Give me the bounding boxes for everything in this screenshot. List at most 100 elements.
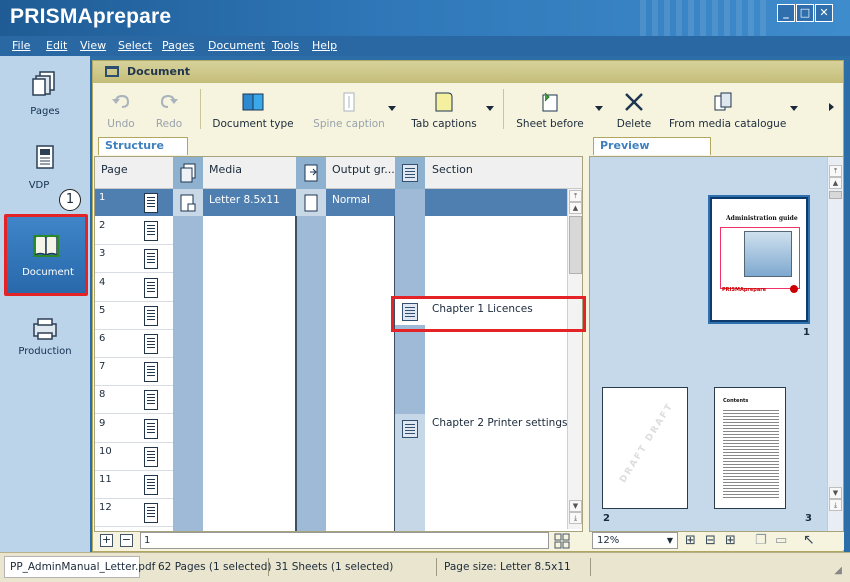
pointer-icon[interactable]: ↖ xyxy=(803,532,815,548)
undo-button[interactable]: Undo xyxy=(101,86,141,132)
from-media-catalogue-dropdown[interactable] xyxy=(790,106,798,111)
sheet-before-button[interactable]: Sheet before xyxy=(513,86,587,132)
table-row[interactable]: 9 xyxy=(95,415,173,443)
menu-edit[interactable]: Edit xyxy=(46,39,67,52)
menu-help[interactable]: Help xyxy=(312,39,337,52)
section-band-middle xyxy=(395,325,425,414)
fit-height-icon[interactable]: ⊟ xyxy=(705,533,716,548)
scroll-bottom-button[interactable]: ⤓ xyxy=(569,512,582,524)
thumbnail-number: 2 xyxy=(603,513,610,524)
resize-grip-icon[interactable]: ◢ xyxy=(834,565,842,576)
toolbar-overflow-arrow[interactable] xyxy=(829,103,834,111)
table-row[interactable]: 8 xyxy=(95,386,173,415)
column-header-section[interactable]: Section xyxy=(432,163,473,176)
delete-button[interactable]: Delete xyxy=(611,86,657,132)
preview-scrollbar[interactable]: ⤒ ▲ ▼ ⤓ xyxy=(827,157,843,531)
nav-production-label: Production xyxy=(18,346,72,357)
thumbnail-page-1[interactable]: Administration guide PRISMAprepare xyxy=(708,195,810,324)
thumbnail-page-2[interactable]: DRAFT DRAFT xyxy=(602,387,688,509)
tab-captions-label: Tab captions xyxy=(411,118,477,130)
page-icon xyxy=(144,418,158,439)
output-group-value[interactable]: Normal xyxy=(332,194,370,206)
scroll-up-button[interactable]: ▲ xyxy=(569,202,582,214)
tab-structure[interactable]: Structure xyxy=(98,137,188,155)
minimize-button[interactable]: _ xyxy=(777,4,795,22)
title-bar: PRISMAprepare _ □ ✕ xyxy=(0,0,850,36)
column-header-page[interactable]: Page xyxy=(101,163,128,176)
menu-document[interactable]: Document xyxy=(208,39,265,52)
thumbnail-number: 3 xyxy=(805,513,812,524)
page-icon xyxy=(144,446,158,467)
menu-tools[interactable]: Tools xyxy=(272,39,299,52)
table-row[interactable]: 1 xyxy=(95,189,173,217)
scroll-down-button[interactable]: ▼ xyxy=(569,500,582,512)
sheet-before-dropdown[interactable] xyxy=(595,106,603,111)
app-title: PRISMAprepare xyxy=(10,5,172,28)
undo-icon xyxy=(112,94,130,108)
spread-icon[interactable]: ▭ xyxy=(775,533,787,548)
table-row[interactable]: 12 xyxy=(95,499,173,528)
table-row[interactable]: 10 xyxy=(95,443,173,471)
preview-scroll-bottom[interactable]: ⤓ xyxy=(829,499,842,511)
section-chapter-2-label[interactable]: Chapter 2 Printer settings xyxy=(432,417,567,429)
redo-button[interactable]: Redo xyxy=(149,86,189,132)
preview-scroll-down[interactable]: ▼ xyxy=(829,487,842,499)
spine-caption-label: Spine caption xyxy=(313,118,385,130)
tab-preview[interactable]: Preview xyxy=(593,137,711,155)
nav-production[interactable]: Production xyxy=(4,310,86,384)
spine-caption-button[interactable]: Spine caption xyxy=(305,86,393,132)
expand-all-button[interactable]: + xyxy=(100,534,113,547)
highlight-box xyxy=(391,296,586,332)
table-row[interactable]: 11 xyxy=(95,471,173,499)
document-type-button[interactable]: Document type xyxy=(211,86,295,132)
table-row[interactable]: 3 xyxy=(95,245,173,274)
grid-scrollbar[interactable]: ⤒ ▲ ▼ ⤓ xyxy=(567,189,582,529)
spine-caption-dropdown[interactable] xyxy=(388,106,396,111)
menu-select[interactable]: Select xyxy=(118,39,152,52)
menu-pages[interactable]: Pages xyxy=(162,39,194,52)
column-header-media[interactable]: Media xyxy=(209,163,242,176)
media-cell-icon xyxy=(179,193,197,213)
page-number: 2 xyxy=(99,220,106,232)
status-bar: PP_AdminManual_Letter.pdf 62 Pages (1 se… xyxy=(0,552,850,582)
grid-view-icon[interactable] xyxy=(554,533,570,549)
thumbnail-page-3[interactable]: Contents xyxy=(714,387,786,509)
tab-captions-dropdown[interactable] xyxy=(486,106,494,111)
close-button[interactable]: ✕ xyxy=(815,4,833,22)
left-navigation: Pages VDP Document Production xyxy=(0,56,90,552)
table-row[interactable]: 6 xyxy=(95,330,173,358)
from-media-catalogue-button[interactable]: From media catalogue xyxy=(669,86,786,132)
status-separator xyxy=(436,558,437,576)
output-cells xyxy=(326,189,395,531)
fit-width-icon[interactable]: ⊞ xyxy=(685,533,696,548)
media-value[interactable]: Letter 8.5x11 xyxy=(209,194,280,206)
preview-scroll-top[interactable]: ⤒ xyxy=(829,165,842,177)
menu-file[interactable]: File xyxy=(12,39,30,52)
copy-icon[interactable]: ❐ xyxy=(755,533,767,548)
column-header-output-group[interactable]: Output gr... xyxy=(332,163,395,176)
zoom-select[interactable]: 12% ▼ xyxy=(592,532,678,549)
collapse-all-button[interactable]: − xyxy=(120,534,133,547)
maximize-button[interactable]: □ xyxy=(796,4,814,22)
section-icon xyxy=(402,420,418,438)
table-row[interactable]: 2 xyxy=(95,217,173,246)
document-panel: Document Undo Redo Document type Spine c… xyxy=(92,60,844,552)
tab-captions-icon xyxy=(435,92,453,112)
nav-document[interactable]: Document xyxy=(4,214,88,296)
table-row[interactable]: 4 xyxy=(95,274,173,302)
structure-grid: Page Media Output gr... Section Letter 8… xyxy=(94,156,583,532)
scroll-top-button[interactable]: ⤒ xyxy=(569,190,582,202)
menu-view[interactable]: View xyxy=(80,39,106,52)
page-number-input[interactable]: 1 xyxy=(140,532,549,549)
nav-pages[interactable]: Pages xyxy=(4,64,86,138)
preview-scroll-thumb[interactable] xyxy=(829,191,842,199)
table-row[interactable]: 7 xyxy=(95,358,173,387)
redo-label: Redo xyxy=(155,118,183,130)
tab-captions-button[interactable]: Tab captions xyxy=(405,86,483,132)
page-icon xyxy=(144,249,158,270)
scroll-thumb[interactable] xyxy=(569,216,582,274)
preview-scroll-up[interactable]: ▲ xyxy=(829,177,842,189)
callout-1: 1 xyxy=(59,189,81,211)
grid-layout-icon[interactable]: ⊞ xyxy=(725,533,736,548)
table-row[interactable]: 5 xyxy=(95,302,173,330)
